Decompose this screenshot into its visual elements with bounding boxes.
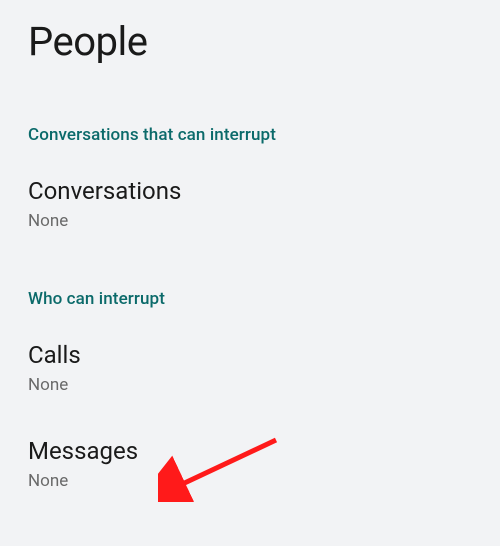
setting-calls[interactable]: Calls None <box>28 341 472 395</box>
section-header-who-can-interrupt: Who can interrupt <box>28 289 472 309</box>
setting-value: None <box>28 375 472 395</box>
setting-title: Conversations <box>28 177 472 205</box>
section-header-conversations: Conversations that can interrupt <box>28 125 472 145</box>
setting-value: None <box>28 471 472 491</box>
setting-messages[interactable]: Messages None <box>28 437 472 491</box>
setting-title: Calls <box>28 341 472 369</box>
setting-title: Messages <box>28 437 472 465</box>
page-title: People <box>28 0 472 65</box>
setting-value: None <box>28 211 472 231</box>
setting-conversations[interactable]: Conversations None <box>28 177 472 231</box>
settings-page: People Conversations that can interrupt … <box>0 0 500 491</box>
